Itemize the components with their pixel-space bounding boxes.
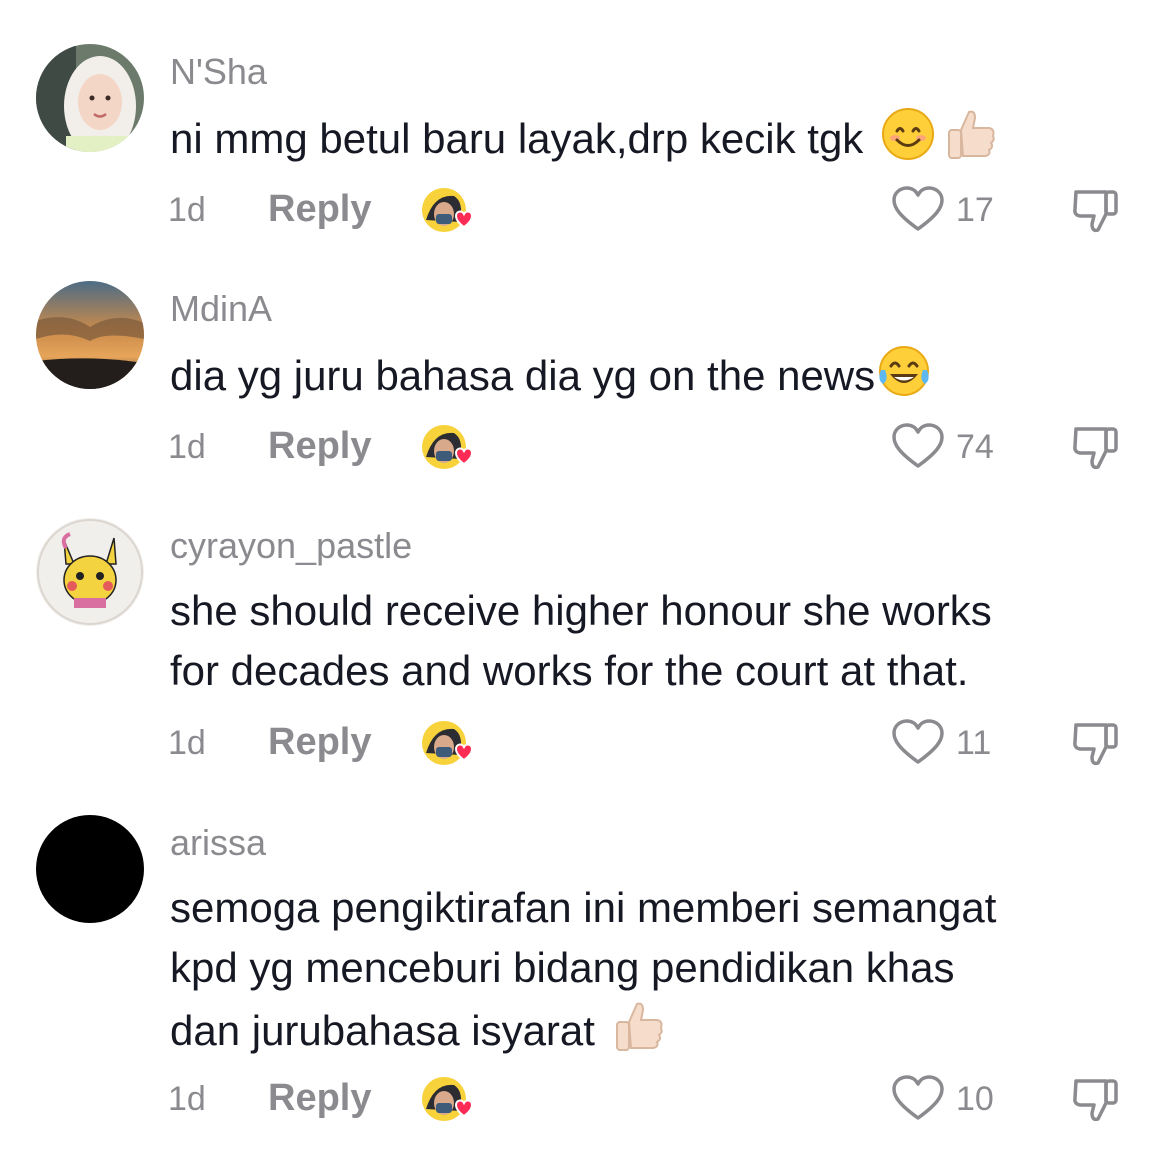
avatar-sunset-sky-icon (36, 281, 144, 389)
username[interactable]: arissa (170, 823, 266, 863)
thumbs-down-icon[interactable] (1070, 1075, 1126, 1123)
reply-button[interactable]: Reply (268, 1077, 371, 1119)
username[interactable]: MdinA (170, 289, 272, 329)
comment-text: she should receive higher honour she wor… (170, 581, 1130, 701)
comment-text-line: ni mmg betul baru layak,drp kecik tgk (170, 115, 864, 163)
user-avatar[interactable] (36, 281, 144, 389)
comment-text-line: dia yg juru bahasa dia yg on the news (170, 352, 876, 400)
user-avatar[interactable] (36, 518, 144, 626)
like-count: 10 (956, 1080, 994, 1118)
avatar-woman-hijab-icon (36, 44, 144, 152)
creator-liked-badge-icon (420, 423, 478, 473)
thumbs-down-icon[interactable] (1070, 719, 1126, 767)
heart-icon[interactable] (890, 186, 946, 234)
creator-liked-badge-icon (420, 719, 478, 769)
comment-text: dia yg juru bahasa dia yg on the news (170, 344, 1130, 414)
avatar-black-icon (36, 815, 144, 923)
thumbs-down-icon[interactable] (1070, 423, 1126, 471)
comment-text-line: for decades and works for the court at t… (170, 647, 969, 694)
comment-time: 1d (168, 724, 206, 762)
tears-of-joy-emoji-icon (875, 344, 933, 414)
thumbs-up-emoji-icon (941, 106, 997, 178)
like-count: 11 (956, 724, 992, 762)
comment-text-line: she should receive higher honour she wor… (170, 587, 992, 634)
comment-meta: 1d Reply 74 (0, 423, 1170, 471)
username[interactable]: cyrayon_pastle (170, 526, 412, 566)
comment-text-line: kpd yg menceburi bidang pendidikan khas (170, 944, 955, 991)
comment-time: 1d (168, 428, 206, 466)
user-avatar[interactable] (36, 44, 144, 152)
comment-text-line: semoga pengiktirafan ini memberi semanga… (170, 884, 997, 931)
creator-liked-badge-icon (420, 186, 478, 236)
comment-text: ni mmg betul baru layak,drp kecik tgk (170, 106, 1130, 178)
heart-icon[interactable] (890, 719, 946, 767)
thumbs-up-emoji-icon (609, 998, 665, 1070)
comment-time: 1d (168, 1080, 206, 1118)
username[interactable]: N'Sha (170, 52, 267, 92)
like-count: 17 (956, 191, 994, 229)
comment-meta: 1d Reply 10 (0, 1075, 1170, 1123)
comment-time: 1d (168, 191, 206, 229)
comment-meta: 1d Reply 17 (0, 186, 1170, 234)
heart-icon[interactable] (890, 423, 946, 471)
comment-text-line: dan jurubahasa isyarat (170, 1007, 595, 1055)
heart-icon[interactable] (890, 1075, 946, 1123)
smiling-face-emoji-icon (881, 107, 935, 177)
creator-liked-badge-icon (420, 1075, 478, 1125)
reply-button[interactable]: Reply (268, 425, 371, 467)
reply-button[interactable]: Reply (268, 721, 371, 763)
thumbs-down-icon[interactable] (1070, 186, 1126, 234)
avatar-pikachu-drawing-icon (36, 518, 144, 626)
like-count: 74 (956, 428, 994, 466)
comment-text: semoga pengiktirafan ini memberi semanga… (170, 878, 1130, 1070)
user-avatar[interactable] (36, 815, 144, 923)
reply-button[interactable]: Reply (268, 188, 371, 230)
comment-list: N'Sha ni mmg betul baru layak,drp kecik … (0, 0, 1170, 1164)
comment-meta: 1d Reply 11 (0, 719, 1170, 767)
